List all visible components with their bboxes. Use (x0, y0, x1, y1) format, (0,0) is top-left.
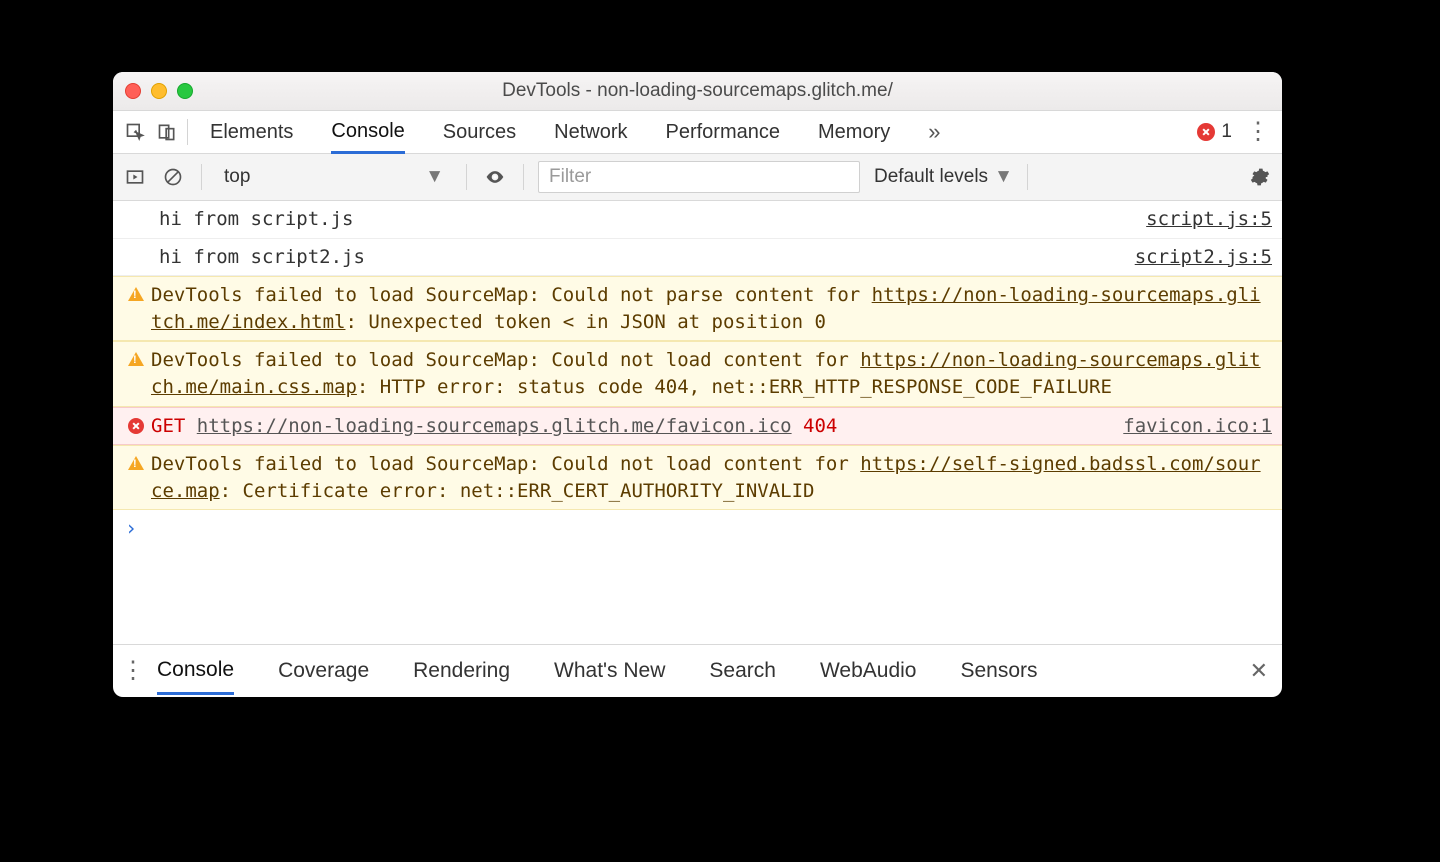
drawer-tab-webaudio[interactable]: WebAudio (820, 649, 917, 693)
drawer-tab-whatsnew[interactable]: What's New (554, 649, 665, 693)
drawer-close-icon[interactable]: ✕ (1244, 652, 1274, 690)
separator (523, 164, 524, 190)
tab-memory[interactable]: Memory (818, 113, 890, 152)
filter-input[interactable] (538, 161, 860, 193)
drawer-tab-search[interactable]: Search (709, 649, 776, 693)
separator (466, 164, 467, 190)
error-icon (1197, 123, 1215, 141)
log-levels-selector[interactable]: Default levels ▼ (874, 166, 1013, 188)
panel-toolbar: Elements Console Sources Network Perform… (113, 111, 1282, 154)
console-log-row[interactable]: hi from script2.js script2.js:5 (113, 239, 1282, 277)
tab-performance[interactable]: Performance (666, 113, 781, 152)
console-log-row[interactable]: hi from script.js script.js:5 (113, 201, 1282, 239)
titlebar: DevTools - non-loading-sourcemaps.glitch… (113, 72, 1282, 111)
inspect-element-icon[interactable] (119, 116, 151, 148)
more-tabs-icon[interactable]: » (928, 119, 940, 145)
tab-sources[interactable]: Sources (443, 113, 516, 152)
warning-icon (128, 352, 144, 366)
error-icon (128, 418, 144, 434)
console-warning-row[interactable]: DevTools failed to load SourceMap: Could… (113, 341, 1282, 406)
drawer-tab-console[interactable]: Console (157, 648, 234, 695)
gutter (121, 244, 159, 246)
toggle-sidebar-icon[interactable] (121, 163, 149, 191)
live-expression-icon[interactable] (481, 163, 509, 191)
drawer-tab-rendering[interactable]: Rendering (413, 649, 510, 693)
source-link[interactable]: script2.js:5 (1135, 244, 1272, 271)
clear-console-icon[interactable] (159, 163, 187, 191)
tab-network[interactable]: Network (554, 113, 627, 152)
separator (187, 119, 188, 145)
levels-label: Default levels (874, 166, 988, 188)
warning-message: DevTools failed to load SourceMap: Could… (151, 347, 1272, 400)
warning-icon (128, 456, 144, 470)
separator (1027, 164, 1028, 190)
log-message: hi from script.js (159, 206, 1126, 233)
gutter (121, 206, 159, 208)
caret-down-icon: ▼ (994, 166, 1013, 188)
console-prompt[interactable]: › (113, 510, 1282, 546)
url-link[interactable]: https://non-loading-sourcemaps.glitch.me… (197, 415, 792, 437)
caret-down-icon: ▼ (425, 166, 444, 188)
prompt-chevron-icon: › (125, 516, 137, 540)
console-error-row[interactable]: GET https://non-loading-sourcemaps.glitc… (113, 407, 1282, 446)
tab-elements[interactable]: Elements (210, 113, 293, 152)
error-count: 1 (1221, 121, 1232, 143)
console-warning-row[interactable]: DevTools failed to load SourceMap: Could… (113, 445, 1282, 510)
warning-message: DevTools failed to load SourceMap: Could… (151, 282, 1272, 335)
error-message: GET https://non-loading-sourcemaps.glitc… (151, 413, 1103, 440)
console-warning-row[interactable]: DevTools failed to load SourceMap: Could… (113, 276, 1282, 341)
separator (201, 164, 202, 190)
console-messages: hi from script.js script.js:5 hi from sc… (113, 201, 1282, 644)
devtools-window: DevTools - non-loading-sourcemaps.glitch… (113, 72, 1282, 697)
source-link[interactable]: script.js:5 (1146, 206, 1272, 233)
error-count-badge[interactable]: 1 (1197, 121, 1232, 143)
drawer-toolbar: ⋮ Console Coverage Rendering What's New … (113, 644, 1282, 697)
warning-icon (128, 287, 144, 301)
console-settings-icon[interactable] (1246, 163, 1274, 191)
window-title: DevTools - non-loading-sourcemaps.glitch… (113, 80, 1282, 102)
drawer-tab-coverage[interactable]: Coverage (278, 649, 369, 693)
warning-message: DevTools failed to load SourceMap: Could… (151, 451, 1272, 504)
drawer-tabs: Console Coverage Rendering What's New Se… (157, 648, 1038, 694)
source-link[interactable]: favicon.ico:1 (1123, 413, 1272, 440)
toggle-device-icon[interactable] (151, 116, 183, 148)
context-selector[interactable]: top ▼ (216, 161, 452, 193)
drawer-tab-sensors[interactable]: Sensors (960, 649, 1037, 693)
log-message: hi from script2.js (159, 244, 1115, 271)
context-label: top (224, 166, 250, 188)
tab-console[interactable]: Console (331, 112, 404, 154)
panel-tabs: Elements Console Sources Network Perform… (210, 112, 940, 153)
console-filter-bar: top ▼ Default levels ▼ (113, 154, 1282, 201)
